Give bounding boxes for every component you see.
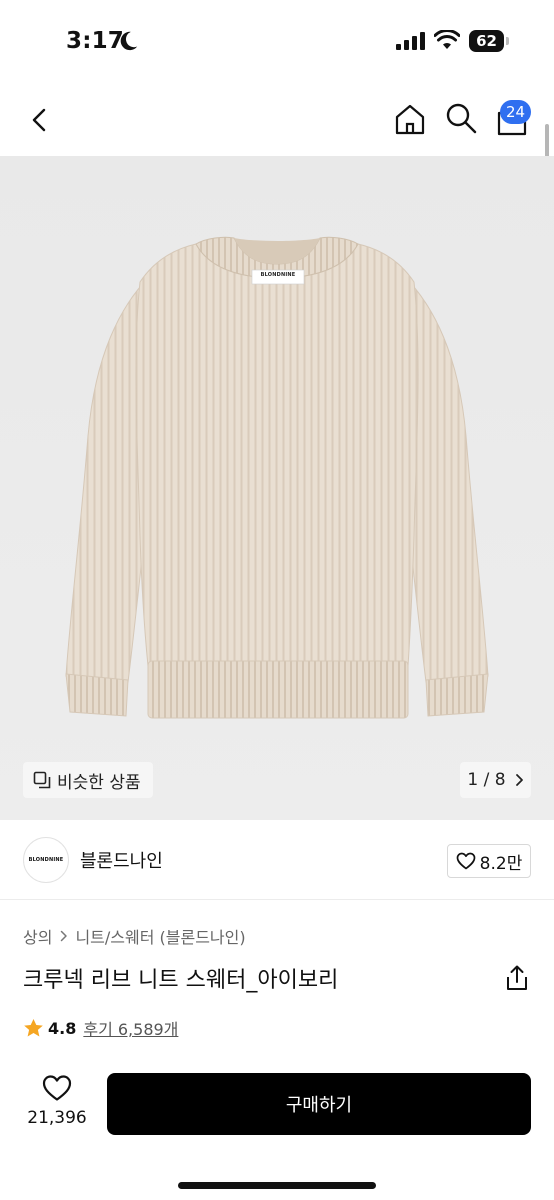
wifi-icon — [434, 30, 460, 49]
image-pager-button[interactable]: 1 / 8 — [460, 762, 531, 798]
brand-logo-text: BLONDNINE — [28, 857, 64, 863]
moon-icon — [120, 31, 138, 51]
breadcrumb: 상의 니트/스웨터 (블론드나인) — [23, 924, 246, 948]
home-indicator — [178, 1182, 376, 1189]
signal-icon — [396, 32, 425, 50]
breadcrumb-item[interactable]: 니트/스웨터 (블론드나인) — [75, 924, 245, 948]
wishlist-count: 21,396 — [27, 1108, 87, 1128]
status-bar: 3:17 62 — [0, 0, 554, 84]
sweater-image — [0, 156, 554, 820]
review-count-link[interactable]: 후기 6,589개 — [83, 1016, 178, 1040]
search-icon[interactable] — [444, 101, 478, 135]
breadcrumb-item[interactable]: 상의 — [23, 924, 52, 948]
brand-like-count: 8.2만 — [479, 853, 523, 874]
chevron-right-icon — [61, 930, 68, 942]
battery-level: 62 — [476, 32, 497, 50]
back-icon[interactable] — [24, 102, 56, 138]
brand-name[interactable]: 블론드나인 — [80, 847, 163, 873]
top-nav: 24 — [0, 84, 554, 156]
status-time: 3:17 — [66, 28, 125, 54]
wishlist-button[interactable]: 21,396 — [24, 1074, 90, 1138]
share-icon[interactable] — [504, 964, 530, 992]
brand-like-button[interactable]: 8.2만 — [447, 844, 531, 878]
star-icon — [24, 1019, 43, 1037]
brand-logo[interactable]: BLONDNINE — [23, 837, 69, 883]
rating-value: 4.8 — [48, 1018, 77, 1038]
similar-products-label: 비슷한 상품 — [57, 772, 141, 793]
cart-count-badge: 24 — [500, 100, 532, 124]
similar-icon — [33, 771, 51, 789]
product-title: 크루넥 리브 니트 스웨터_아이보리 — [23, 968, 339, 993]
chevron-right-icon — [515, 774, 523, 786]
product-image[interactable]: BLONDNINE 비슷한 상품 1 / 8 — [0, 156, 554, 820]
heart-icon — [42, 1075, 72, 1101]
similar-products-button[interactable]: 비슷한 상품 — [23, 762, 153, 798]
heart-icon — [456, 852, 476, 870]
image-pager-label: 1 / 8 — [467, 770, 506, 790]
home-icon[interactable] — [392, 101, 428, 137]
rating-row: 4.8 후기 6,589개 — [23, 1016, 178, 1040]
sweater-brand-label: BLONDNINE — [260, 272, 296, 278]
brand-row[interactable]: BLONDNINE 블론드나인 8.2만 — [0, 820, 554, 900]
battery-icon: 62 — [469, 30, 509, 52]
buy-button[interactable]: 구매하기 — [107, 1073, 531, 1135]
buy-button-label: 구매하기 — [285, 1095, 353, 1116]
